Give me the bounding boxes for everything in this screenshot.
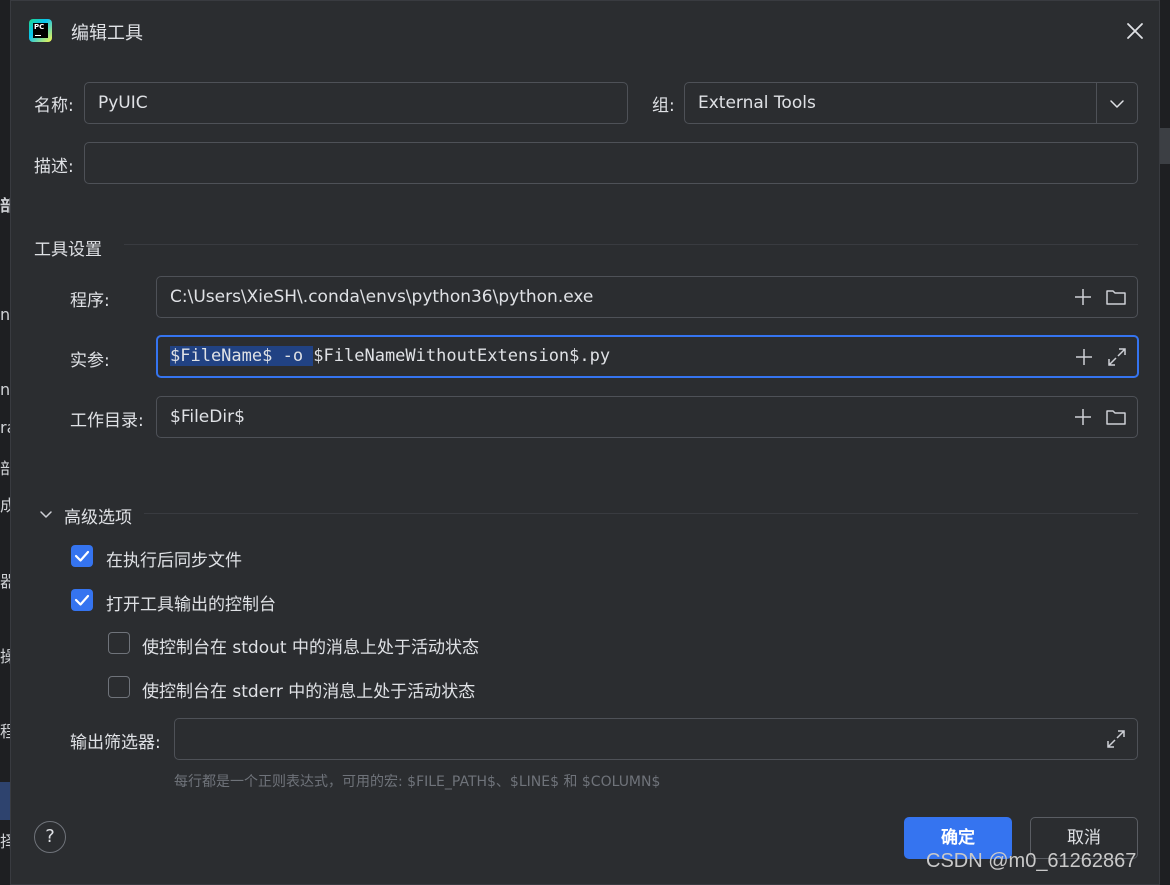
name-input[interactable]: PyUIC (84, 82, 628, 124)
watermark: CSDN @m0_61262867 (926, 850, 1137, 872)
close-icon[interactable] (1124, 20, 1146, 42)
program-input-value: C:\Users\XieSH\.conda\envs\python36\pyth… (170, 287, 594, 307)
plus-icon[interactable] (1074, 347, 1094, 367)
open-console-label[interactable]: 打开工具输出的控制台 (106, 590, 276, 615)
tool-settings-section-title: 工具设置 (34, 240, 102, 260)
sync-files-checkbox[interactable] (71, 545, 93, 567)
output-filters-label: 输出筛选器: (70, 733, 161, 753)
working-directory-input[interactable]: $FileDir$ (156, 396, 1138, 438)
program-label: 程序: (70, 291, 110, 311)
background-ide-right-edge (1160, 0, 1170, 885)
edit-tool-dialog: PC 编辑工具 名称: PyUIC 组: External Tools 描述: … (10, 0, 1160, 885)
background-scrollbar-thumb[interactable] (1160, 128, 1170, 164)
activate-on-stdout-checkbox[interactable] (108, 632, 130, 654)
arguments-text: $FileNameWithoutExtension$.py (313, 346, 611, 366)
arguments-input[interactable]: $FileName$ -o $FileNameWithoutExtension$… (156, 335, 1139, 378)
output-filters-hint: 每行都是一个正则表达式，可用的宏: $FILE_PATH$、$LINE$ 和 $… (174, 774, 661, 790)
dialog-title: 编辑工具 (71, 23, 143, 44)
expand-icon[interactable] (1105, 728, 1127, 750)
open-console-checkbox[interactable] (71, 589, 93, 611)
group-combobox-value: External Tools (698, 93, 816, 113)
working-directory-value: $FileDir$ (170, 407, 245, 427)
group-combobox[interactable]: External Tools (684, 82, 1138, 124)
title-bar[interactable]: PC 编辑工具 (11, 1, 1159, 61)
checkmark-icon (74, 550, 90, 562)
expand-icon[interactable] (1106, 346, 1128, 368)
advanced-options-section-title[interactable]: 高级选项 (64, 503, 132, 528)
plus-icon[interactable] (1073, 287, 1093, 307)
help-icon: ? (45, 826, 55, 847)
arguments-selected-text: $FileName$ -o (170, 346, 314, 366)
arguments-label: 实参: (70, 351, 110, 371)
sync-files-label[interactable]: 在执行后同步文件 (106, 546, 242, 571)
program-input[interactable]: C:\Users\XieSH\.conda\envs\python36\pyth… (156, 276, 1138, 318)
description-input[interactable] (84, 142, 1138, 184)
name-label: 名称: (34, 96, 74, 116)
chevron-down-icon[interactable] (38, 506, 54, 522)
activate-on-stdout-label[interactable]: 使控制台在 stdout 中的消息上处于活动状态 (142, 633, 479, 658)
background-selected-row (0, 782, 10, 820)
pycharm-logo-icon: PC (29, 19, 52, 42)
section-separator (144, 513, 1138, 514)
name-input-value: PyUIC (98, 93, 148, 113)
working-directory-label: 工作目录: (70, 411, 144, 431)
group-dropdown-button[interactable] (1096, 83, 1137, 123)
activate-on-stderr-checkbox[interactable] (108, 676, 130, 698)
section-separator (124, 244, 1138, 245)
chevron-down-icon (1110, 100, 1124, 108)
help-button[interactable]: ? (34, 821, 66, 853)
checkmark-icon (74, 594, 90, 606)
description-label: 描述: (34, 157, 74, 177)
plus-icon[interactable] (1073, 407, 1093, 427)
folder-icon[interactable] (1105, 287, 1127, 307)
activate-on-stderr-label[interactable]: 使控制台在 stderr 中的消息上处于活动状态 (142, 677, 475, 702)
group-label: 组: (652, 96, 675, 116)
folder-icon[interactable] (1105, 407, 1127, 427)
output-filters-input[interactable] (174, 718, 1138, 760)
